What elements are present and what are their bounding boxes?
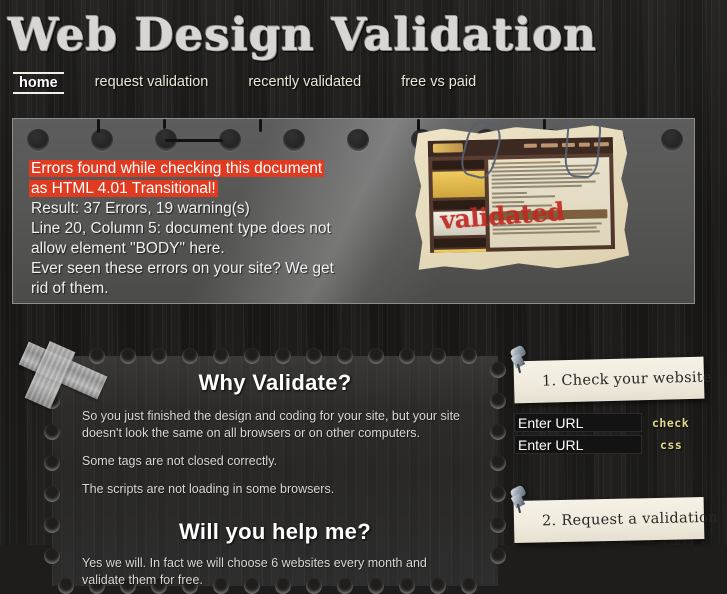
site-title: Web Design Validation [8,8,597,61]
hanging-wire [97,119,100,133]
error-pitch-line-1: Ever seen these errors on your site? We … [31,260,334,277]
error-pitch-line-2: rid of them. [31,280,109,297]
url-input-css[interactable] [514,435,642,454]
error-detail-line-1: Line 20, Column 5: document type does no… [31,220,331,237]
url-check-form: check css [514,413,714,457]
punch-hole [283,129,305,151]
thumbnail-text-line [491,191,527,195]
nav-item-home[interactable]: home [13,72,64,94]
hero-banner: Errors found while checking this documen… [12,118,695,304]
error-detail-line-2: allow element "BODY" here. [31,240,225,257]
nav-item-free-vs-paid[interactable]: free vs paid [388,72,489,93]
hanging-wire [259,119,262,132]
punch-hole [91,129,113,151]
sidebar-step-1-label: 1. Check your website [541,369,713,390]
heading-why-validate: Why Validate? [198,370,352,395]
thumbnail-text-line [491,184,582,189]
pushpin-icon [508,484,528,514]
nav-item-recently-validated[interactable]: recently validated [235,72,374,93]
thumbnail-logo [432,143,464,153]
paragraph-help: Yes we will. In fact we will choose 6 we… [82,556,427,587]
url-row-css: css [514,435,714,454]
heading-will-you-help-me: Will you help me? [179,519,371,544]
punch-hole [661,129,683,151]
thumbnail-nav-item [540,143,558,148]
sidebar-step-2-label: 2. Request a validation [541,509,718,530]
url-input-html[interactable] [514,413,642,432]
sidebar: 1. Check your website check css 2. Reque… [500,344,720,545]
duct-tape-icon [16,338,112,410]
validation-error-message: Errors found while checking this documen… [31,159,361,299]
thumbnail-nav-item [523,143,537,148]
error-headline: Errors found while checking this documen… [31,159,361,199]
punch-hole [347,129,369,151]
paragraph-scripts: The scripts are not loading in some brow… [82,482,335,496]
check-button[interactable]: check [642,416,689,430]
site-header: Web Design Validation home request valid… [0,0,727,110]
thumbnail-widget-title [433,237,487,248]
hanging-wire [163,119,166,129]
hanging-wire [165,139,223,142]
thumbnail-text-line [492,230,600,235]
main-navigation: home request validation recently validat… [10,72,503,94]
punch-hole [27,129,49,151]
sidebar-step-1-header: 1. Check your website [513,356,712,404]
thumbnail-text-line [491,161,561,165]
nav-item-request-validation[interactable]: request validation [82,72,222,93]
css-button[interactable]: css [642,438,682,452]
paragraph-intro: So you just finished the design and codi… [82,409,461,440]
main-content: Why Validate? So you just finished the d… [52,356,498,587]
error-result-line: Result: 37 Errors, 19 warning(s) [31,200,250,217]
pushpin-icon [508,344,528,374]
paragraph-tags: Some tags are not closed correctly. [82,454,277,468]
url-row-html: check [514,413,714,432]
main-content-panel: Why Validate? So you just finished the d… [44,348,506,594]
error-headline-line-1: Errors found while checking this documen… [31,160,323,177]
error-headline-line-2: as HTML 4.01 Transitional! [31,180,216,197]
sidebar-step-2-header: 2. Request a validation [513,497,718,543]
validated-website-photo: validated [414,119,630,271]
